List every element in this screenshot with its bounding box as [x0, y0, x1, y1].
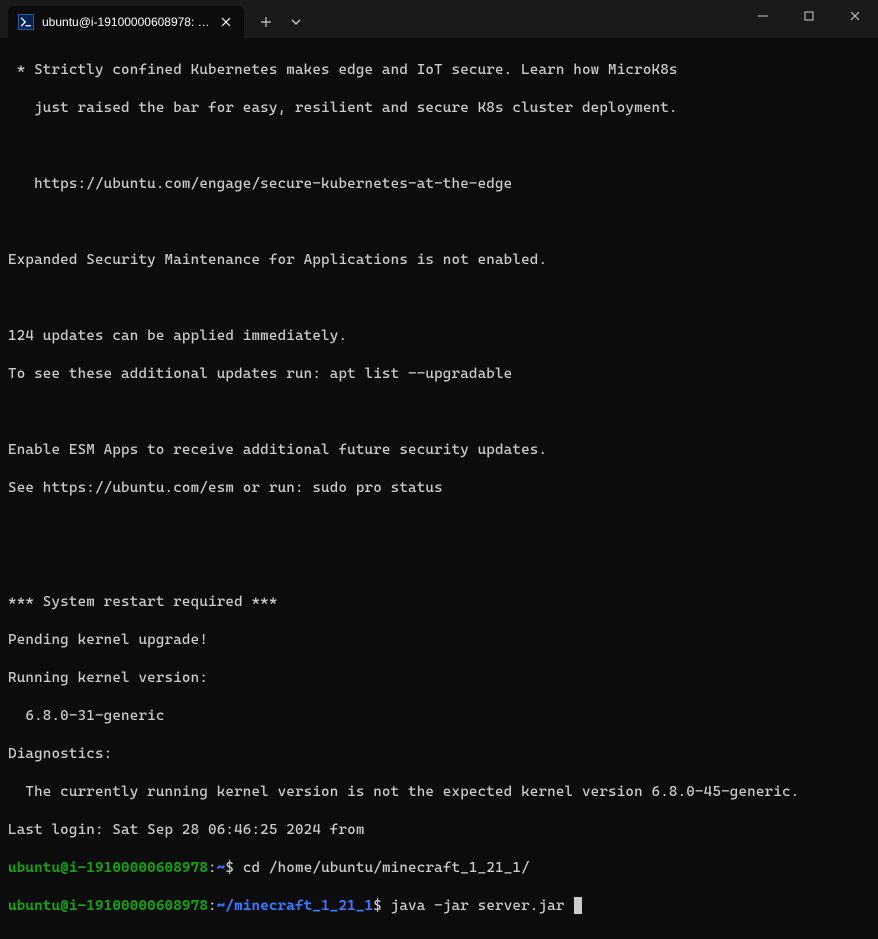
terminal-tab[interactable]: ubuntu@i-19100000608978: ~/…: [8, 6, 244, 38]
close-tab-icon[interactable]: [218, 14, 234, 30]
restart-notice: *** System restart required ***: [8, 593, 870, 612]
kernel-line: Pending kernel upgrade!: [8, 631, 870, 650]
tab-dropdown-button[interactable]: [282, 6, 310, 38]
prompt-path: ~: [217, 860, 226, 876]
minimize-button[interactable]: [740, 0, 786, 32]
command-text: cd /home/ubuntu/minecraft_1_21_1/: [243, 860, 530, 876]
window-controls: [740, 0, 878, 32]
tab-title: ubuntu@i-19100000608978: ~/…: [42, 15, 210, 29]
blank-line: [8, 289, 870, 308]
terminal-output[interactable]: * Strictly confined Kubernetes makes edg…: [0, 38, 878, 939]
blank-line: [8, 517, 870, 536]
redacted-ip: [373, 822, 488, 838]
last-login-line: Last login: Sat Sep 28 06:46:25 2024 fro…: [8, 821, 870, 840]
kernel-line: Running kernel version:: [8, 669, 870, 688]
tab-bar: ubuntu@i-19100000608978: ~/…: [0, 0, 310, 38]
new-tab-button[interactable]: [250, 6, 282, 38]
motd-line: To see these additional updates run: apt…: [8, 365, 870, 384]
close-window-button[interactable]: [832, 0, 878, 32]
motd-line: Expanded Security Maintenance for Applic…: [8, 251, 870, 270]
motd-line: * Strictly confined Kubernetes makes edg…: [8, 61, 870, 80]
cursor: [574, 897, 582, 914]
prompt-userhost: ubuntu@i-19100000608978: [8, 860, 208, 876]
motd-url: https://ubuntu.com/engage/secure-kuberne…: [8, 175, 870, 194]
last-login-text: Last login: Sat Sep 28 06:46:25 2024 fro…: [8, 822, 373, 838]
powershell-icon: [18, 14, 34, 30]
blank-line: [8, 213, 870, 232]
blank-line: [8, 137, 870, 156]
motd-line: See https://ubuntu.com/esm or run: sudo …: [8, 479, 870, 498]
blank-line: [8, 403, 870, 422]
diagnostics-line: Diagnostics:: [8, 745, 870, 764]
prompt-path: ~/minecraft_1_21_1: [217, 898, 374, 914]
kernel-line: 6.8.0-31-generic: [8, 707, 870, 726]
prompt-line: ubuntu@i-19100000608978:~/minecraft_1_21…: [8, 897, 870, 916]
blank-line: [8, 555, 870, 574]
motd-line: just raised the bar for easy, resilient …: [8, 99, 870, 118]
prompt-dollar: $: [373, 898, 390, 914]
prompt-userhost: ubuntu@i-19100000608978: [8, 898, 208, 914]
window-titlebar: ubuntu@i-19100000608978: ~/…: [0, 0, 878, 38]
prompt-dollar: $: [225, 860, 242, 876]
prompt-sep: :: [208, 860, 217, 876]
prompt-line: ubuntu@i-19100000608978:~$ cd /home/ubun…: [8, 859, 870, 878]
command-text: java -jar server.jar: [391, 898, 574, 914]
motd-line: 124 updates can be applied immediately.: [8, 327, 870, 346]
maximize-button[interactable]: [786, 0, 832, 32]
motd-line: Enable ESM Apps to receive additional fu…: [8, 441, 870, 460]
diagnostics-line: The currently running kernel version is …: [8, 783, 870, 802]
prompt-sep: :: [208, 898, 217, 914]
